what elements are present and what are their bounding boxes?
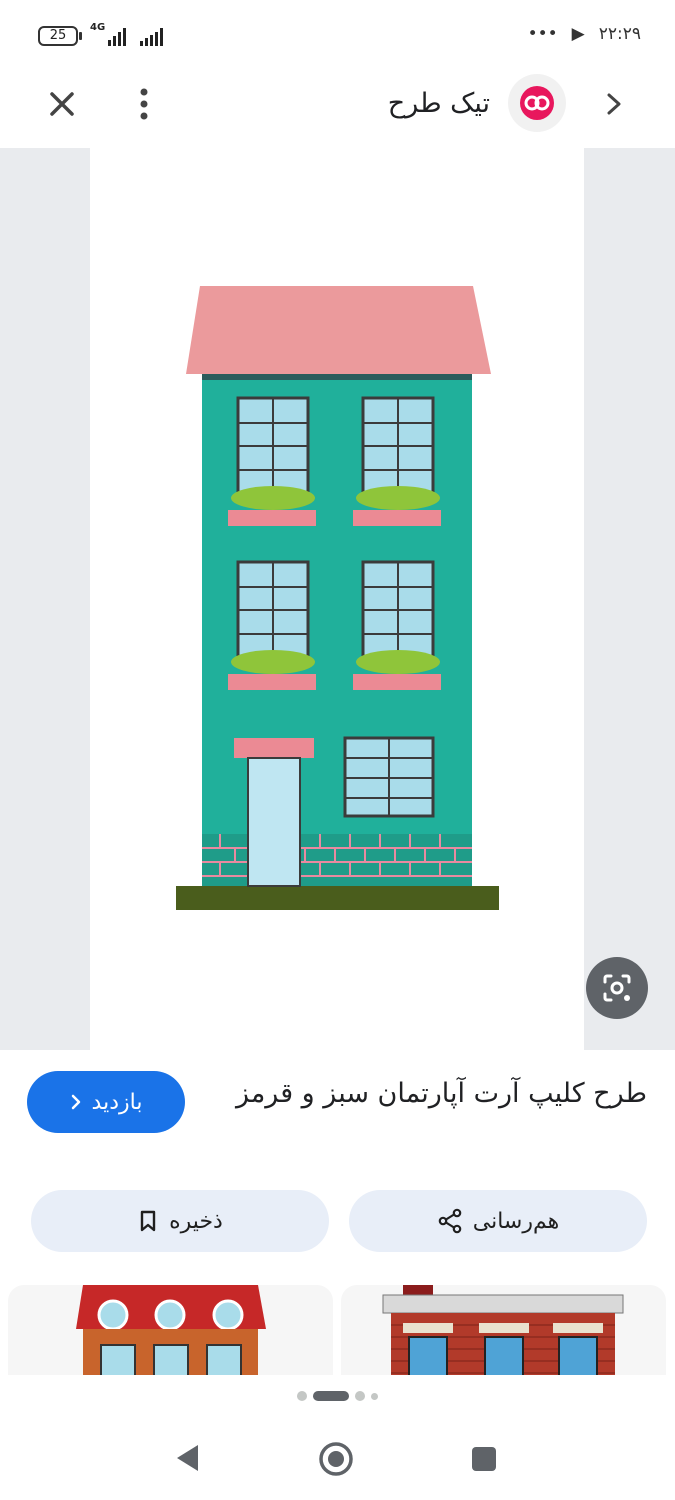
signal-icon bbox=[108, 26, 126, 46]
pager-dot[interactable] bbox=[371, 1392, 378, 1400]
nav-recents-button[interactable] bbox=[470, 1445, 498, 1477]
brown-house-thumbnail bbox=[76, 1285, 266, 1375]
clock: ۲۲:۲۹ bbox=[598, 24, 641, 44]
chevron-right-icon bbox=[607, 93, 621, 115]
lens-icon bbox=[603, 974, 631, 1002]
bookmark-icon bbox=[140, 1210, 156, 1232]
image-card[interactable] bbox=[90, 148, 584, 1050]
battery-icon: 25 bbox=[38, 26, 78, 46]
home-circle-icon bbox=[319, 1442, 353, 1476]
pager-dot[interactable] bbox=[355, 1391, 365, 1401]
signal-icon-2 bbox=[140, 26, 163, 46]
site-name[interactable]: تیک طرح bbox=[388, 88, 490, 119]
more-options-button[interactable] bbox=[130, 86, 158, 122]
pager-dot[interactable] bbox=[297, 1391, 307, 1401]
apartment-building-illustration bbox=[176, 286, 499, 910]
lens-search-button[interactable] bbox=[586, 957, 648, 1019]
share-button[interactable]: هم‌رسانی bbox=[349, 1190, 647, 1252]
related-images bbox=[0, 1285, 675, 1375]
back-triangle-icon bbox=[177, 1445, 198, 1471]
system-nav-bar bbox=[0, 1417, 675, 1500]
battery-level: 25 bbox=[49, 28, 67, 43]
open-site-button[interactable] bbox=[600, 88, 628, 120]
visit-button[interactable]: بازدید bbox=[27, 1071, 185, 1133]
close-button[interactable] bbox=[44, 86, 80, 122]
result-title: طرح کلیپ آرت آپارتمان سبز و قرمز bbox=[235, 1078, 647, 1109]
more-notifications: ••• bbox=[527, 24, 558, 44]
recents-square-icon bbox=[472, 1447, 496, 1471]
save-label: ذخیره bbox=[169, 1208, 223, 1234]
pager-dot-active[interactable] bbox=[313, 1391, 349, 1401]
nav-home-button[interactable] bbox=[316, 1439, 356, 1483]
header: تیک طرح bbox=[0, 70, 675, 148]
close-icon bbox=[50, 92, 74, 116]
status-right: ••• ▶ ۲۲:۲۹ bbox=[528, 24, 641, 44]
network-type: 4G bbox=[90, 22, 106, 33]
nav-back-button[interactable] bbox=[172, 1441, 202, 1479]
visit-label: بازدید bbox=[91, 1089, 143, 1115]
site-logo[interactable] bbox=[508, 74, 566, 132]
chevron-left-icon bbox=[71, 1094, 80, 1110]
image-preview-area bbox=[0, 148, 675, 1050]
play-icon: ▶ bbox=[571, 24, 585, 44]
more-vert-icon bbox=[140, 88, 148, 120]
site-logo-icon bbox=[520, 86, 554, 120]
related-image-thumbnail[interactable] bbox=[341, 1285, 666, 1375]
brick-building-thumbnail bbox=[382, 1285, 624, 1375]
share-icon bbox=[438, 1208, 462, 1234]
related-image-thumbnail[interactable] bbox=[8, 1285, 333, 1375]
save-button[interactable]: ذخیره bbox=[31, 1190, 329, 1252]
status-bar: 25 4G ••• ▶ ۲۲:۲۹ bbox=[0, 0, 675, 70]
carousel-pager bbox=[0, 1375, 675, 1417]
share-label: هم‌رسانی bbox=[472, 1208, 560, 1234]
battery-tip bbox=[79, 32, 82, 40]
